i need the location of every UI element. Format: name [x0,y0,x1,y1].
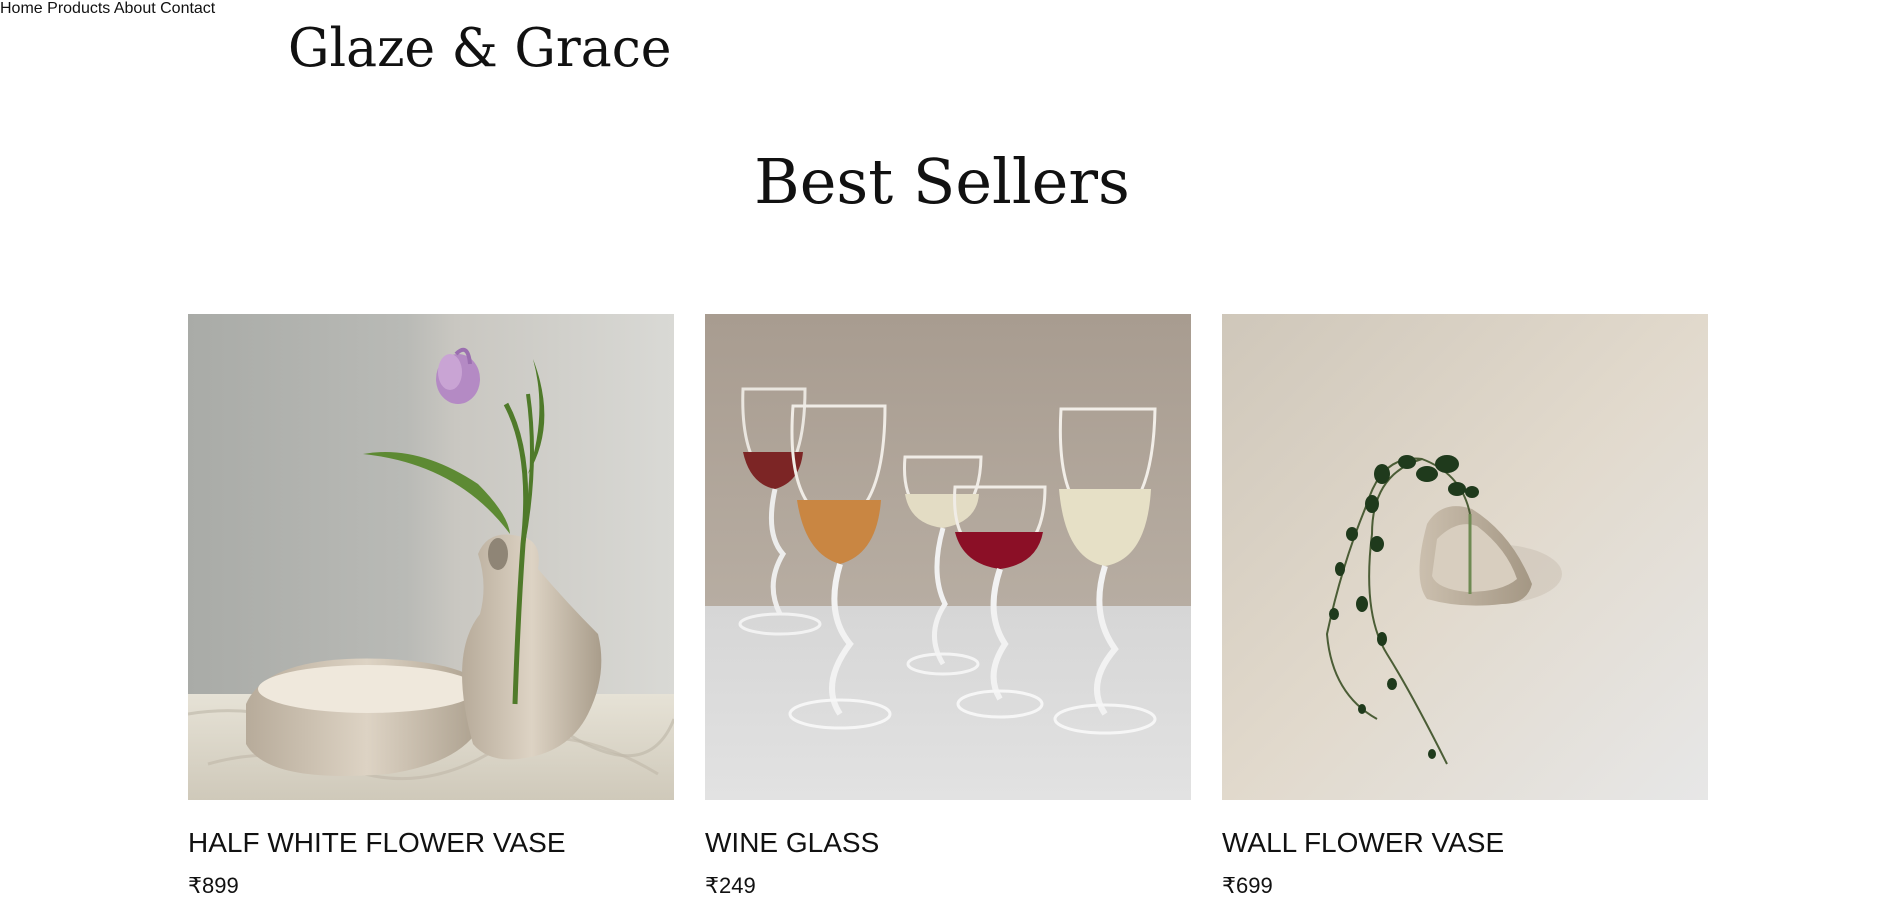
nav-products[interactable]: Products [47,0,110,17]
nav-contact[interactable]: Contact [160,0,215,17]
product-price: ₹899 [188,873,239,898]
wall-flower-vase-photo[interactable] [1222,314,1708,800]
product-card[interactable]: WALL FLOWER VASE ₹699 [1222,314,1708,898]
site-header: Glaze & Grace Home Products About Contac… [0,0,1884,100]
main-nav: Home Products About Contact [0,0,1884,18]
nav-about[interactable]: About [114,0,156,17]
product-name[interactable]: HALF WHITE FLOWER VASE [188,826,566,860]
nav-home[interactable]: Home [0,0,43,17]
section-title: Best Sellers [754,145,1130,218]
product-card[interactable]: HALF WHITE FLOWER VASE ₹899 [188,314,674,898]
product-card[interactable]: WINE GLASS ₹249 [705,314,1191,898]
wine-glass-photo[interactable] [705,314,1191,800]
product-price: ₹699 [1222,873,1273,898]
product-name[interactable]: WINE GLASS [705,826,879,860]
brand-logo[interactable]: Glaze & Grace [288,14,672,84]
half-white-flower-vase-photo[interactable] [188,314,674,800]
product-price: ₹249 [705,873,756,898]
product-name[interactable]: WALL FLOWER VASE [1222,826,1504,860]
